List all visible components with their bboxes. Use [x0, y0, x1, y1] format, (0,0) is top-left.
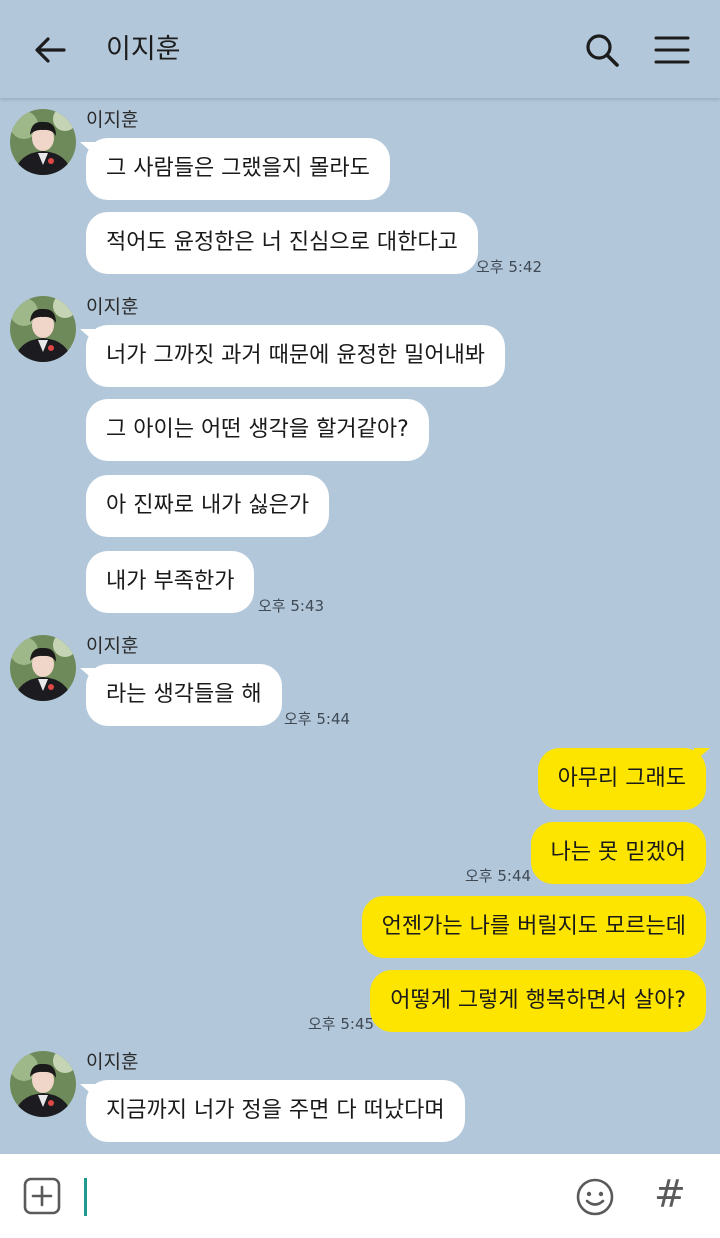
search-icon [586, 34, 619, 67]
avatar[interactable] [10, 635, 76, 701]
sender-name: 이지훈 [86, 635, 139, 657]
message-input[interactable] [84, 1178, 87, 1216]
message-bubble[interactable]: 아무리 그래도 [537, 748, 706, 810]
message-bubble[interactable]: 라는 생각들을 해 [86, 664, 282, 726]
message-bubble[interactable]: 나는 못 믿겠어 [530, 822, 706, 884]
message-bubble[interactable]: 내가 부족한가 [86, 551, 255, 613]
sender-name: 이지훈 [86, 109, 139, 131]
message-list[interactable]: 이지훈 그 사람들은 그랬을지 몰라도 적어도 윤정한은 너 진심으로 대한다고… [0, 98, 720, 1154]
message-bubble[interactable]: 그 아이는 어떤 생각을 할거같아? [86, 399, 429, 461]
message-bubble[interactable]: 적어도 윤정한은 너 진심으로 대한다고 [86, 212, 478, 274]
avatar[interactable] [10, 1051, 76, 1117]
message-time: 오후 5:44 [465, 867, 532, 885]
avatar[interactable] [10, 296, 76, 362]
attach-button[interactable] [22, 1176, 62, 1216]
message-time: 오후 5:43 [258, 597, 325, 615]
menu-button[interactable] [650, 28, 694, 72]
message-composer: # [0, 1154, 720, 1238]
arrow-left-icon [35, 37, 66, 63]
message-bubble[interactable]: 그 사람들은 그랬을지 몰라도 [86, 138, 390, 200]
emoji-icon [576, 1178, 614, 1216]
message-time: 오후 5:45 [308, 1015, 375, 1033]
message-time: 오후 5:42 [476, 258, 543, 276]
search-button[interactable] [580, 28, 624, 72]
hashtag-button[interactable]: # [654, 1172, 686, 1216]
plus-square-icon [23, 1177, 61, 1215]
sender-name: 이지훈 [86, 1051, 139, 1073]
emoji-button[interactable] [574, 1176, 616, 1218]
chat-title: 이지훈 [106, 34, 181, 65]
avatar[interactable] [10, 109, 76, 175]
message-time: 오후 5:44 [284, 710, 351, 728]
message-bubble[interactable]: 어떻게 그렇게 행복하면서 살아? [370, 970, 706, 1032]
message-bubble[interactable]: 아 진짜로 내가 싫은가 [86, 475, 330, 537]
chat-header: 이지훈 [0, 0, 720, 98]
back-button[interactable] [28, 28, 72, 72]
message-bubble[interactable]: 너가 그까짓 과거 때문에 윤정한 밀어내봐 [86, 325, 506, 387]
sender-name: 이지훈 [86, 296, 139, 318]
message-bubble[interactable]: 언젠가는 나를 버릴지도 모르는데 [361, 896, 706, 958]
message-bubble[interactable]: 지금까지 너가 정을 주면 다 떠났다며 [86, 1080, 465, 1142]
hamburger-menu-icon [654, 36, 690, 64]
